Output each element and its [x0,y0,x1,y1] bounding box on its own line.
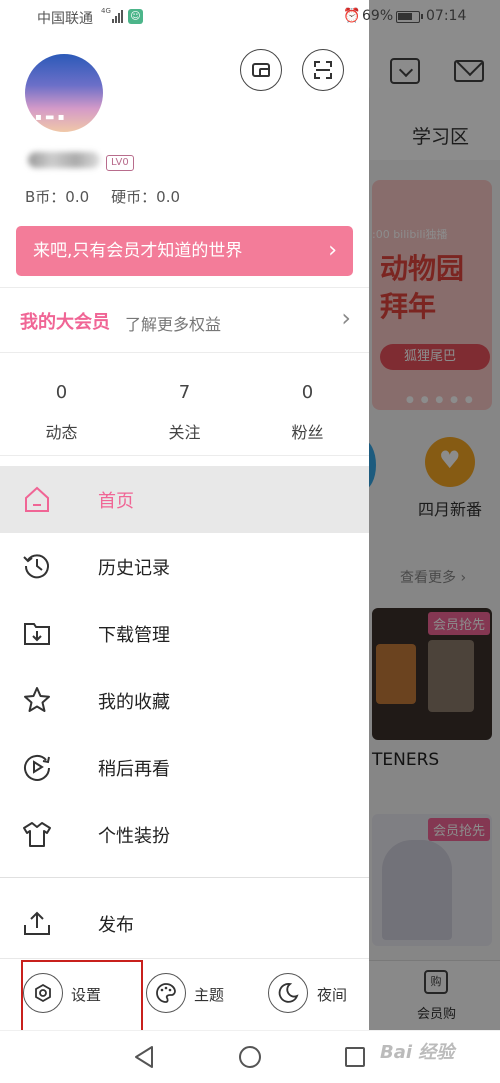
coin-balance: B币：0.0 硬币：0.0 [25,186,202,207]
battery-percent: 69% [362,8,394,24]
alarm-icon: ⏰ [343,8,361,24]
menu-label: 稍后再看 [98,759,170,780]
menu-label: 我的收藏 [98,692,170,713]
stat-label: 粉丝 [291,423,324,442]
settings-highlight-box [21,960,143,1038]
menu-label: 个性装扮 [98,826,170,847]
theme-label: 主题 [194,986,225,1004]
menu-item-home[interactable]: 首页 [0,466,369,533]
coin-value: 硬币：0.0 [111,188,181,206]
stat-number: 0 [301,382,314,403]
menu-item-watch-later[interactable]: 稍后再看 [0,734,369,801]
menu-item-downloads[interactable]: 下载管理 [0,600,369,667]
big-member-title: 我的大会员 [20,312,110,333]
download-folder-icon [24,623,50,645]
navigation-drawer: ▪ ▬ ▪ LV0 B币：0.0 硬币：0.0 来吧,只有会员才知道的世界 › 我… [0,0,369,1030]
stat-fans[interactable]: 0 粉丝 [246,382,369,443]
stat-number: 7 [178,382,191,403]
home-icon [25,486,49,512]
palette-icon [156,983,176,1003]
big-member-subtitle: 了解更多权益 [125,315,222,334]
stat-label: 关注 [168,423,201,442]
vip-promo-text: 来吧,只有会员才知道的世界 [33,241,243,261]
level-badge: LV0 [106,155,134,171]
wallet-button[interactable] [240,49,282,91]
history-icon [23,554,49,579]
menu-item-favorites[interactable]: 我的收藏 [0,667,369,734]
bcoin-value: B币：0.0 [25,188,90,206]
menu-label: 下载管理 [98,625,170,646]
big-member-row[interactable]: 我的大会员 了解更多权益 › [0,287,369,353]
clock: 07:14 [426,8,467,24]
stat-dynamics[interactable]: 0 动态 [0,382,123,443]
watch-later-icon [24,754,50,781]
menu-label: 首页 [98,491,134,512]
home-nav-icon[interactable] [239,1046,261,1068]
chevron-right-icon: › [328,238,337,263]
stat-label: 动态 [45,423,78,442]
divider [0,877,369,878]
recent-apps-icon[interactable] [345,1047,365,1067]
avatar-image-detail: ▪ ▬ ▪ [35,112,65,123]
carrier-label: 中国联通 [37,11,93,27]
app-notification-icon: ☺ [128,9,143,24]
divider [0,958,369,959]
menu-item-publish[interactable]: 发布 [0,890,369,957]
menu-label: 发布 [98,915,134,936]
night-mode-button[interactable]: 夜间 [268,960,368,1030]
network-type: 4G [101,7,111,15]
night-label: 夜间 [317,986,348,1004]
tshirt-icon [23,822,51,847]
theme-circle [146,973,186,1013]
battery-icon [396,11,423,23]
back-icon[interactable] [133,1045,155,1069]
signal-icon [112,10,123,23]
stat-number: 0 [55,382,68,403]
chevron-right-icon: › [341,304,351,332]
scan-icon [314,61,332,79]
theme-button[interactable]: 主题 [146,960,246,1030]
stat-following[interactable]: 7 关注 [123,382,246,443]
profile-header: ▪ ▬ ▪ LV0 B币：0.0 硬币：0.0 来吧,只有会员才知道的世界 › [0,34,369,287]
watermark-logo: Bai 经验 [380,1042,455,1063]
status-bar: 中国联通 4G ☺ ⏰ 69% 07:14 [0,0,500,34]
username-blurred [28,152,100,168]
moon-icon [278,983,299,1003]
menu-item-history[interactable]: 历史记录 [0,533,369,600]
vip-promo-banner[interactable]: 来吧,只有会员才知道的世界 › [16,226,353,276]
upload-icon [24,911,50,935]
star-icon [24,687,50,712]
scan-button[interactable] [302,49,344,91]
wallet-icon [252,63,270,77]
menu-item-dress-up[interactable]: 个性装扮 [0,801,369,868]
profile-stats: 0 动态 7 关注 0 粉丝 [0,364,369,456]
night-circle [268,973,308,1013]
menu-label: 历史记录 [98,558,170,579]
avatar[interactable]: ▪ ▬ ▪ [23,52,105,134]
